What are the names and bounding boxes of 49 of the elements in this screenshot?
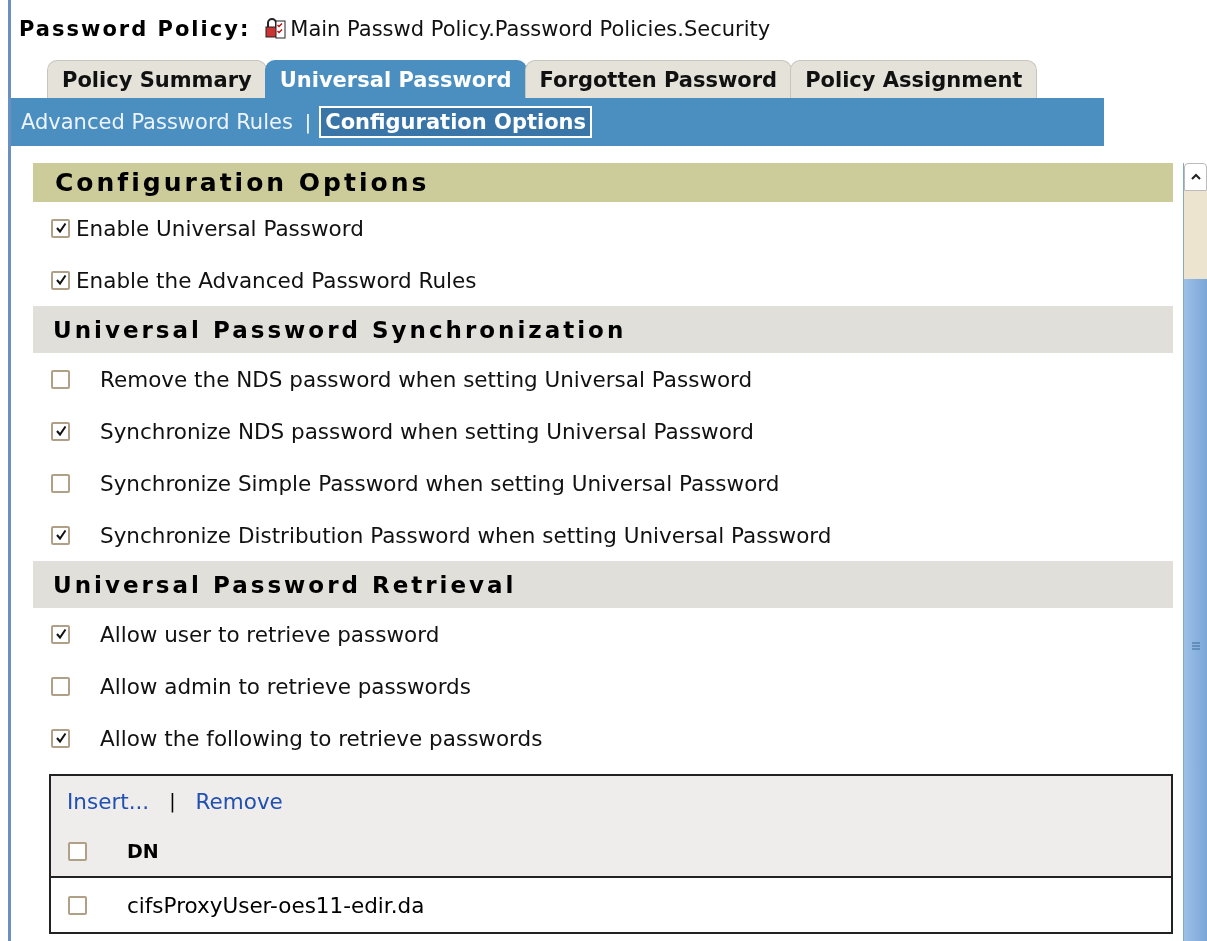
action-link[interactable]: Insert... (67, 788, 150, 814)
section-heading: Universal Password Synchronization (33, 306, 1173, 353)
option-label: Synchronize Simple Password when setting Universal Password (100, 470, 780, 496)
table-cell: cifsProxyUser-oes11-edir.da (127, 892, 425, 918)
separator: | (169, 790, 176, 812)
separator: | (304, 111, 312, 133)
checkbox[interactable] (68, 841, 87, 861)
option-label: Allow the following to retrieve passwords (100, 725, 543, 751)
tab[interactable]: Policy Summary (47, 60, 267, 98)
checkmark-icon (54, 732, 67, 744)
checkbox[interactable] (51, 525, 70, 545)
scrollbar[interactable] (1183, 163, 1207, 941)
grip-icon (1190, 641, 1201, 651)
checkbox[interactable] (51, 728, 70, 748)
checkbox[interactable] (51, 624, 70, 644)
column-header: DN (127, 840, 159, 862)
checkmark-icon (54, 222, 67, 234)
checkbox[interactable] (51, 676, 70, 696)
option-label: Enable the Advanced Password Rules (76, 267, 477, 293)
caret-up-icon (1189, 173, 1202, 181)
checkmark-icon (54, 628, 67, 640)
option-label: Synchronize Distribution Password when setting Universal Password (100, 522, 832, 548)
subtab-link[interactable]: Advanced Password Rules (17, 108, 297, 136)
option-label: Allow admin to retrieve passwords (100, 673, 471, 699)
checkbox[interactable] (51, 369, 70, 389)
section-heading: Configuration Options (33, 163, 1173, 202)
checkmark-icon (54, 274, 67, 286)
option-label: Remove the NDS password when setting Universal Password (100, 366, 753, 392)
lock-checklist-icon (264, 18, 287, 40)
option-label: Enable Universal Password (76, 215, 364, 241)
checkbox[interactable] (51, 473, 70, 493)
subtab-link[interactable]: Configuration Options (319, 106, 593, 138)
scroll-up-button[interactable] (1184, 163, 1207, 191)
policy-name: Main Passwd Policy.Password Policies.Security (290, 17, 771, 41)
checkbox[interactable] (68, 895, 87, 915)
option-label: Synchronize NDS password when setting Universal Password (100, 418, 754, 444)
checkmark-icon (54, 529, 67, 541)
section-heading: Universal Password Retrieval (33, 561, 1173, 608)
checkbox[interactable] (51, 421, 70, 441)
checkmark-icon (54, 425, 67, 437)
tab[interactable]: Universal Password (264, 60, 527, 98)
action-link[interactable]: Remove (195, 788, 283, 814)
scrollbar-thumb[interactable] (1184, 279, 1207, 941)
option-label: Allow user to retrieve password (100, 621, 440, 647)
checkbox[interactable] (51, 270, 70, 290)
tab[interactable]: Policy Assignment (790, 60, 1038, 98)
tab[interactable]: Forgotten Password (524, 60, 793, 98)
page-title: Password Policy: (19, 17, 251, 41)
checkbox[interactable] (51, 218, 70, 238)
